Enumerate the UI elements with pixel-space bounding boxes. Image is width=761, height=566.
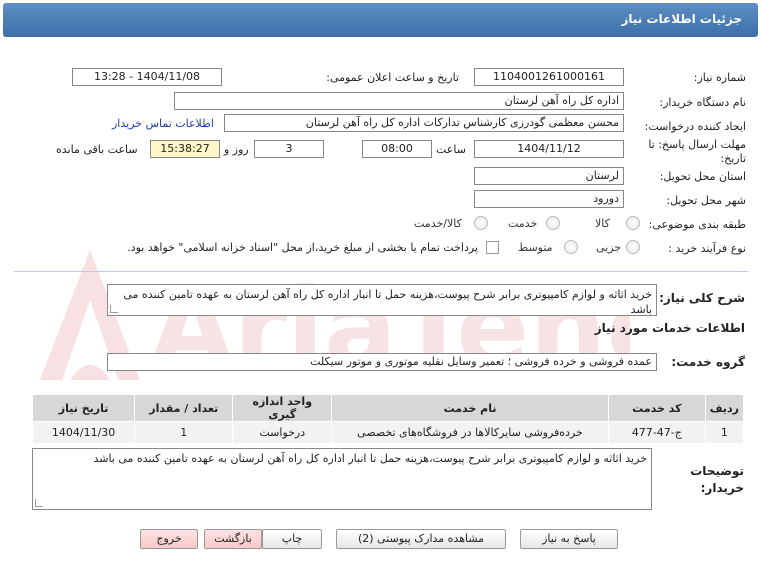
description-label: شرح کلی نیاز: (659, 291, 745, 305)
service-group-label: گروه خدمت: (671, 355, 745, 369)
services-section-title: اطلاعات خدمات مورد نیاز (594, 321, 745, 335)
col-header-row-number: ردیف (704, 394, 745, 422)
service-group-field: عمده فروشی و خرده فروشی ؛ تعمیر وسایل نق… (107, 353, 657, 371)
process-option-minor-label: جزیی (596, 241, 622, 254)
buyer-notes-textarea[interactable]: خرید اثاثه و لوازم کامپیوتری برابر شرح پ… (32, 448, 652, 510)
treasury-payment-note: پرداخت تمام یا بخشی از مبلغ خرید،از محل … (127, 241, 478, 254)
table-row: 1 ج-47-477 خرده‌فروشی سایرکالاها در فروش… (31, 421, 745, 444)
page-title: جزئیات اطلاعات نیاز (621, 12, 742, 26)
process-option-medium[interactable] (564, 240, 578, 254)
col-header-service-name: نام خدمت (331, 394, 609, 422)
col-header-service-code: کد خدمت (607, 394, 706, 422)
view-attachments-button[interactable]: مشاهده مدارک پیوستی (2) (336, 529, 506, 549)
deadline-time-label: ساعت (436, 143, 466, 156)
buyer-notes-label: توضیحات (690, 464, 744, 478)
city-field: دورود (474, 190, 624, 208)
category-option-service[interactable] (546, 216, 560, 230)
creator-field: محسن معظمی گودرزی کارشناس تدارکات اداره … (224, 114, 624, 132)
cell-quantity: 1 (134, 421, 234, 444)
resize-grip-icon (110, 305, 118, 313)
category-option-service-label: خدمت (508, 217, 538, 230)
announce-date-field: 1404/11/08 - 13:28 (72, 68, 222, 86)
cell-service-name: خرده‌فروشی سایرکالاها در فروشگاه‌های تخص… (331, 421, 609, 444)
services-table: ردیف کد خدمت نام خدمت واحد اندازه گیری ت… (31, 394, 745, 444)
buyer-notes-label-2: خریدار: (700, 481, 744, 495)
deadline-time-field: 08:00 (362, 140, 432, 158)
resize-grip-icon (35, 499, 43, 507)
category-option-both-label: کالا/خدمت (414, 217, 462, 230)
days-label: روز و (224, 143, 249, 156)
deadline-label: مهلت ارسال پاسخ: تا (648, 138, 746, 151)
buyer-org-field: اداره کل راه آهن لرستان (174, 92, 624, 110)
buyer-notes-text: خرید اثاثه و لوازم کامپیوتری برابر شرح پ… (93, 452, 647, 465)
print-button[interactable]: چاپ (262, 529, 322, 549)
contact-info-link[interactable]: اطلاعات تماس خریدار (112, 117, 214, 130)
col-header-quantity: تعداد / مقدار (134, 394, 234, 422)
category-option-goods[interactable] (626, 216, 640, 230)
category-option-goods-label: کالا (595, 217, 610, 230)
table-header-row: ردیف کد خدمت نام خدمت واحد اندازه گیری ت… (31, 394, 745, 422)
remaining-time-field: 15:38:27 (150, 140, 220, 158)
province-field: لرستان (474, 167, 624, 185)
section-divider (14, 271, 748, 272)
cell-row-number: 1 (704, 421, 745, 444)
buyer-org-label: نام دستگاه خریدار: (659, 96, 746, 109)
treasury-payment-checkbox[interactable] (486, 241, 499, 254)
col-header-need-date: تاریخ نیاز (31, 394, 136, 422)
deadline-date-field: 1404/11/12 (474, 140, 624, 158)
deadline-label-2: تاریخ: (720, 152, 746, 165)
category-label: طبقه بندی موضوعی: (648, 218, 746, 231)
process-option-medium-label: متوسط (518, 241, 553, 254)
description-text: خرید اثاثه و لوازم کامپیوتری برابر شرح پ… (123, 288, 652, 316)
need-number-field: 1104001261000161 (474, 68, 624, 86)
col-header-unit: واحد اندازه گیری (232, 394, 333, 422)
process-type-label: نوع فرآیند خرید : (668, 242, 746, 255)
back-button[interactable]: بازگشت (204, 529, 262, 549)
process-option-minor[interactable] (626, 240, 640, 254)
category-option-both[interactable] (474, 216, 488, 230)
announce-date-label: تاریخ و ساعت اعلان عمومی: (326, 71, 459, 84)
need-number-label: شماره نیاز: (693, 71, 746, 84)
page-header: جزئیات اطلاعات نیاز (3, 3, 758, 37)
reply-button[interactable]: پاسخ به نیاز (520, 529, 618, 549)
province-label: استان محل تحویل: (659, 170, 746, 183)
exit-button[interactable]: خروج (140, 529, 198, 549)
cell-service-code: ج-47-477 (607, 421, 706, 444)
cell-need-date: 1404/11/30 (31, 421, 136, 444)
cell-unit: درخواست (232, 421, 333, 444)
remaining-time-label: ساعت باقی مانده (56, 143, 138, 156)
city-label: شهر محل تحویل: (666, 194, 746, 207)
days-remaining-field: 3 (254, 140, 324, 158)
creator-label: ایجاد کننده درخواست: (644, 120, 746, 133)
description-textarea[interactable]: خرید اثاثه و لوازم کامپیوتری برابر شرح پ… (107, 284, 657, 316)
